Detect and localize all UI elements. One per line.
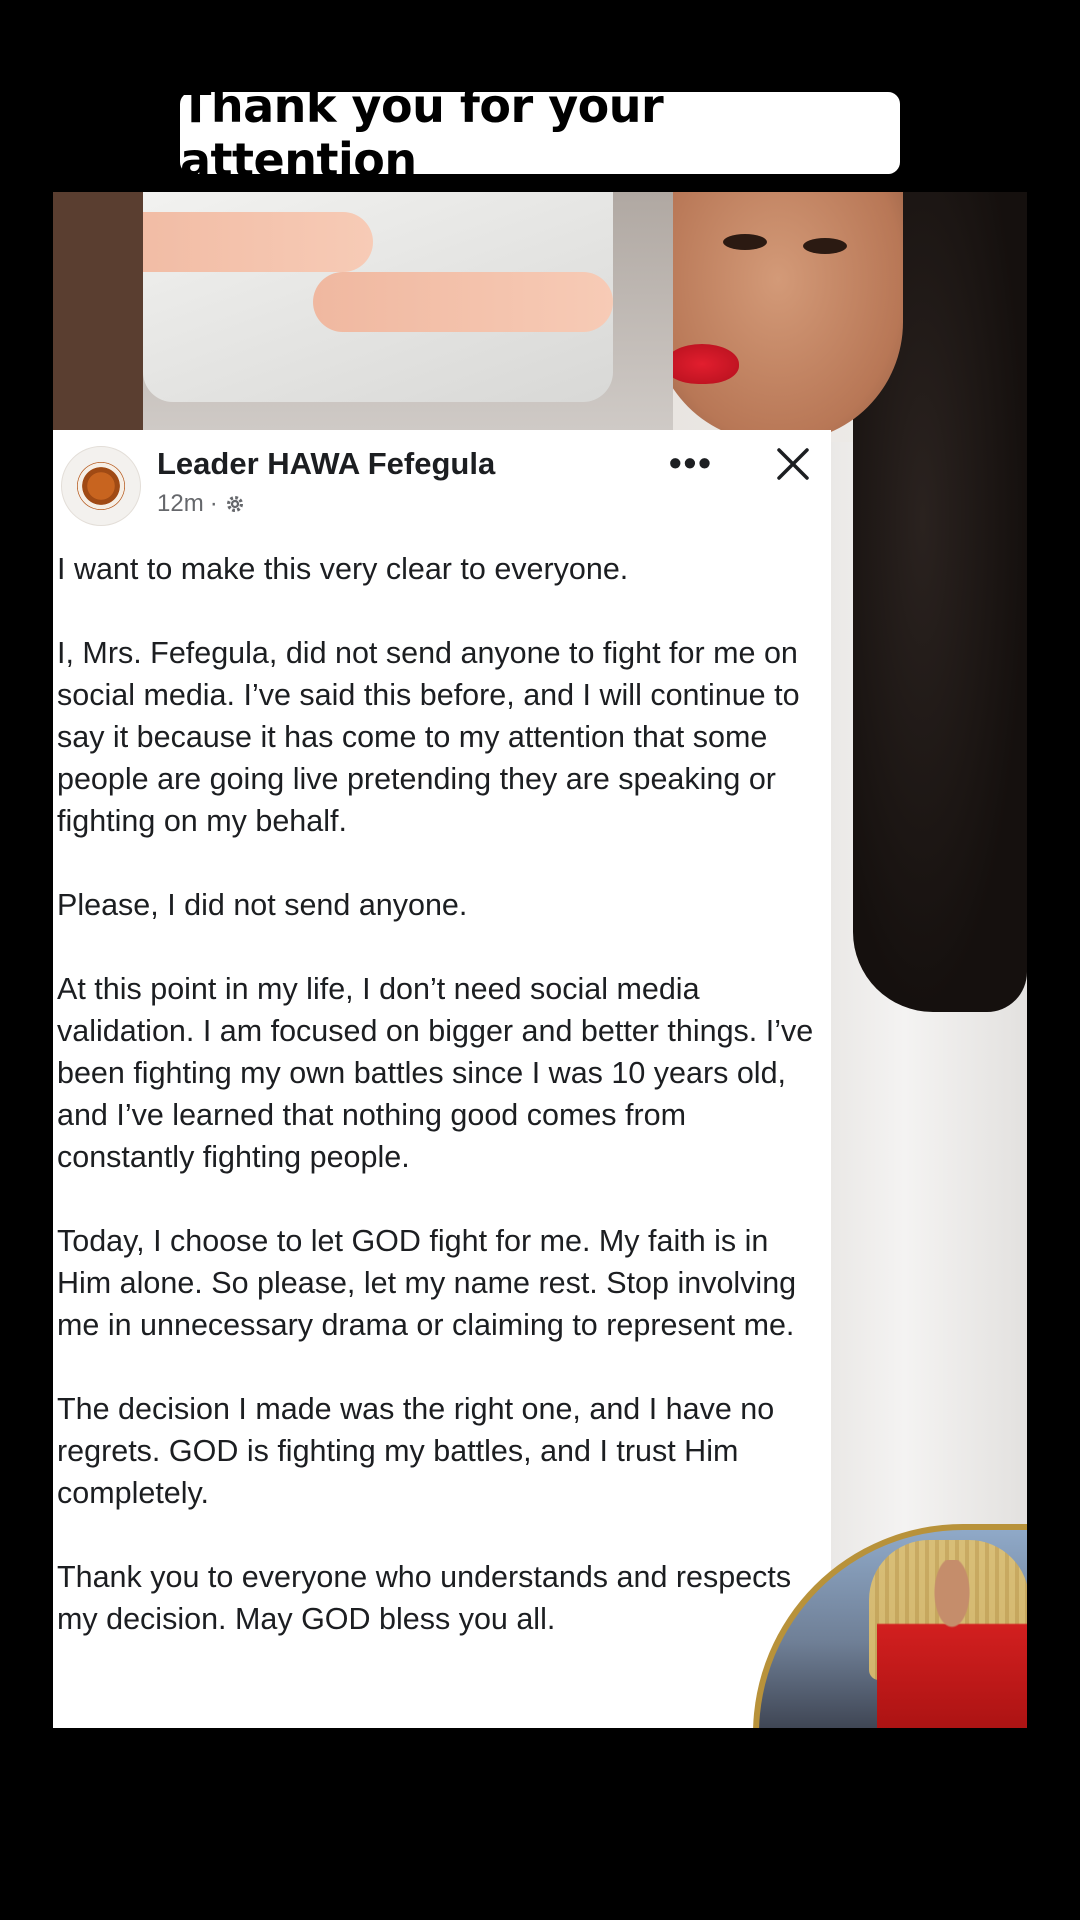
- post-paragraph: The decision I made was the right one, a…: [57, 1392, 775, 1510]
- post-paragraph: Thank you to everyone who understands an…: [57, 1560, 792, 1636]
- meta-separator: ·: [209, 490, 218, 517]
- video-caption: Thank you for your attention: [180, 79, 900, 187]
- image-collage: Leader HAWA Fefegula 12m · ••• I want to…: [53, 192, 1027, 1728]
- post-paragraph: Today, I choose to let GOD fight for me.…: [57, 1224, 797, 1342]
- face-shape: [653, 192, 903, 442]
- lips-shape: [665, 344, 739, 384]
- post-paragraph: I want to make this very clear to everyo…: [57, 552, 629, 586]
- post-paragraph: I, Mrs. Fefegula, did not send anyone to…: [57, 636, 800, 838]
- avatar-logo: [77, 462, 125, 510]
- gear-icon: [226, 495, 243, 513]
- top-left-photo: [53, 192, 673, 430]
- post-card: Leader HAWA Fefegula 12m · ••• I want to…: [53, 430, 831, 1728]
- post-author[interactable]: Leader HAWA Fefegula: [157, 446, 495, 482]
- post-meta: 12m ·: [157, 490, 246, 518]
- post-body: I want to make this very clear to everyo…: [57, 548, 827, 1682]
- inset-person: [877, 1560, 1027, 1728]
- close-icon[interactable]: [771, 442, 815, 486]
- post-paragraph: At this point in my life, I don’t need s…: [57, 972, 814, 1174]
- post-paragraph: Please, I did not send anyone.: [57, 888, 468, 922]
- avatar[interactable]: [61, 446, 141, 526]
- post-time[interactable]: 12m: [157, 490, 204, 518]
- more-horizontal-icon[interactable]: •••: [669, 442, 713, 484]
